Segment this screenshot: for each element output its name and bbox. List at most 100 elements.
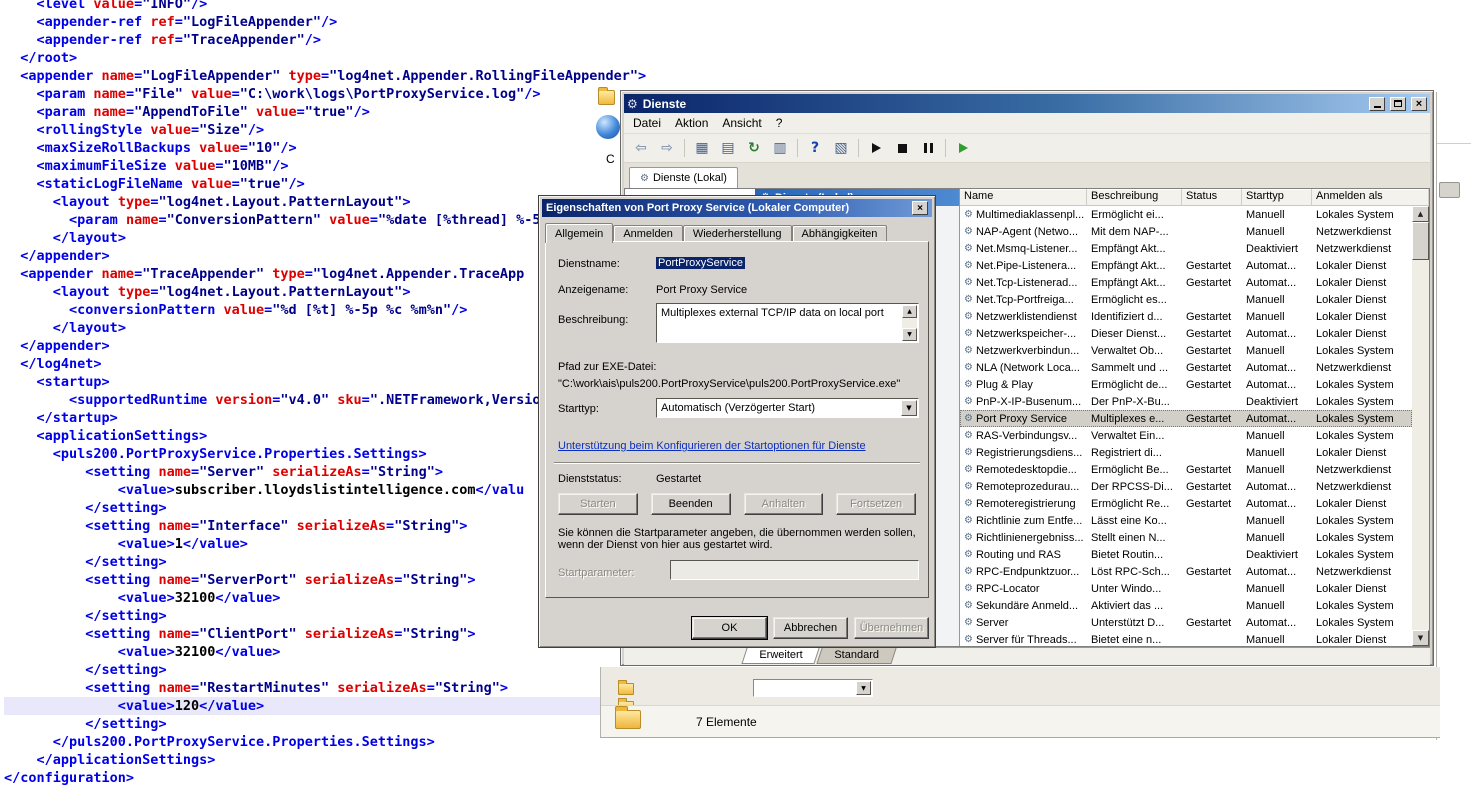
column-header-status[interactable]: Status (1182, 189, 1242, 206)
minimize-button[interactable] (1369, 97, 1385, 111)
scroll-up-icon[interactable]: ▲ (902, 305, 917, 318)
service-row[interactable]: ⚙Sekundäre Anmeld...Aktiviert das ...Man… (960, 597, 1412, 614)
forward-icon[interactable]: ⇨ (655, 137, 679, 159)
startup-type-select[interactable]: Automatisch (Verzögerter Start) ▼ (656, 398, 919, 418)
service-startup-type: Manuell (1242, 311, 1312, 323)
stop-button[interactable]: Beenden (651, 493, 731, 515)
service-row[interactable]: ⚙PnP-X-IP-Busenum...Der PnP-X-Bu...Deakt… (960, 393, 1412, 410)
service-logon-as: Lokales System (1312, 430, 1412, 442)
scrollbar-thumb[interactable] (1439, 182, 1460, 198)
service-row[interactable]: ⚙RPC-Endpunktzuor...Löst RPC-Sch...Gesta… (960, 563, 1412, 580)
service-row[interactable]: ⚙Server für Threads...Bietet eine n...Ma… (960, 631, 1412, 646)
export-list-icon[interactable]: ▥ (768, 137, 792, 159)
service-row[interactable]: ⚙Richtlinie zum Entfe...Lässt eine Ko...… (960, 512, 1412, 529)
column-header-name[interactable]: Name (960, 189, 1087, 206)
show-console-tree-icon[interactable]: ▦ (690, 137, 714, 159)
service-row[interactable]: ⚙Port Proxy ServiceMultiplexes e...Gesta… (960, 410, 1412, 427)
dialog-buttons: OK Abbrechen Übernehmen (545, 617, 929, 639)
stop-service-icon[interactable] (890, 137, 914, 159)
service-status: Gestartet (1182, 566, 1242, 578)
startup-options-help-link[interactable]: Unterstützung beim Konfigurieren der Sta… (558, 440, 866, 452)
maximize-icon (1394, 100, 1402, 107)
service-row[interactable]: ⚙Net.Pipe-Listenera...Empfängt Akt...Ges… (960, 257, 1412, 274)
service-row[interactable]: ⚙NetzwerklistendienstIdentifiziert d...G… (960, 308, 1412, 325)
service-row[interactable]: ⚙Remoteprozedurau...Der RPCSS-Di...Gesta… (960, 478, 1412, 495)
tab-allgemein[interactable]: Allgemein (545, 223, 613, 243)
service-row[interactable]: ⚙Multimediaklassenpl...Ermöglicht ei...M… (960, 206, 1412, 223)
dialog-titlebar[interactable]: Eigenschaften von Port Proxy Service (Lo… (542, 199, 932, 217)
scroll-up-icon[interactable]: ▲ (1412, 206, 1429, 222)
console-tab-dienste-lokal[interactable]: ⚙ Dienste (Lokal) (629, 167, 738, 188)
service-row[interactable]: ⚙Net.Msmq-Listener...Empfängt Akt...Deak… (960, 240, 1412, 257)
refresh-icon[interactable]: ↻ (742, 137, 766, 159)
service-row[interactable]: ⚙Netzwerkspeicher-...Dieser Dienst...Ges… (960, 325, 1412, 342)
column-header-anmelden-als[interactable]: Anmelden als (1312, 189, 1429, 206)
menu-item-aktion[interactable]: Aktion (668, 114, 715, 132)
scroll-down-icon[interactable]: ▼ (902, 328, 917, 341)
toolbar-separator (945, 139, 946, 157)
description-box[interactable]: Multiplexes external TCP/IP data on loca… (656, 303, 919, 343)
view-tabs: ErweitertStandard (624, 647, 1430, 665)
start-service-icon[interactable] (864, 137, 888, 159)
display-name-value[interactable]: Port Proxy Service (656, 284, 747, 296)
column-header-beschreibung[interactable]: Beschreibung (1087, 189, 1182, 206)
view-tab-erweitert[interactable]: Erweitert (741, 648, 820, 664)
services-window-titlebar[interactable]: ⚙ Dienste × (624, 94, 1430, 113)
chevron-down-icon[interactable]: ▼ (856, 681, 871, 695)
menu-item-ansicht[interactable]: Ansicht (715, 114, 768, 132)
service-logon-as: Netzwerkdienst (1312, 226, 1412, 238)
service-row[interactable]: ⚙Netzwerkverbindun...Verwaltet Ob...Gest… (960, 342, 1412, 359)
service-row[interactable]: ⚙NLA (Network Loca...Sammelt und ...Gest… (960, 359, 1412, 376)
description-scrollbar[interactable]: ▲ ▼ (902, 305, 917, 341)
service-row[interactable]: ⚙Richtlinienergebniss...Stellt einen N..… (960, 529, 1412, 546)
service-row[interactable]: ⚙RPC-LocatorUnter Windo...ManuellLokaler… (960, 580, 1412, 597)
tab-abhngigkeiten[interactable]: Abhängigkeiten (792, 225, 888, 242)
menu-item-datei[interactable]: Datei (626, 114, 668, 132)
column-header-starttyp[interactable]: Starttyp (1242, 189, 1312, 206)
service-name-value[interactable]: PortProxyService (656, 257, 745, 269)
tab-wiederherstellung[interactable]: Wiederherstellung (683, 225, 792, 242)
start-parameters-input[interactable] (670, 560, 919, 580)
service-name: Netzwerkspeicher-... (976, 328, 1076, 340)
service-row[interactable]: ⚙Remotedesktopdie...Ermöglicht Be...Gest… (960, 461, 1412, 478)
resume-button[interactable]: Fortsetzen (836, 493, 916, 515)
start-button[interactable]: Starten (558, 493, 638, 515)
pause-button[interactable]: Anhalten (744, 493, 824, 515)
service-row[interactable]: ⚙Plug & PlayErmöglicht de...GestartetAut… (960, 376, 1412, 393)
service-row[interactable]: ⚙RemoteregistrierungErmöglicht Re...Gest… (960, 495, 1412, 512)
chevron-down-icon[interactable]: ▼ (901, 400, 917, 416)
service-row[interactable]: ⚙Registrierungsdiens...Registriert di...… (960, 444, 1412, 461)
service-row[interactable]: ⚙Routing und RASBietet Routin...Deaktivi… (960, 546, 1412, 563)
pause-service-icon[interactable] (916, 137, 940, 159)
properties-icon[interactable]: ▤ (716, 137, 740, 159)
service-logon-as: Lokales System (1312, 209, 1412, 221)
help-icon[interactable]: ? (803, 137, 827, 159)
apply-button[interactable]: Übernehmen (854, 617, 929, 639)
restart-service-icon[interactable] (951, 137, 975, 159)
cancel-button[interactable]: Abbrechen (773, 617, 848, 639)
code-line: <value>120</value> (4, 697, 602, 715)
scrollbar-thumb[interactable] (1412, 222, 1429, 260)
service-row[interactable]: ⚙Net.Tcp-Listenerad...Empfängt Akt...Ges… (960, 274, 1412, 291)
description-label: Beschreibung: (558, 314, 628, 326)
service-row[interactable]: ⚙Net.Tcp-Portfreiga...Ermöglicht es...Ma… (960, 291, 1412, 308)
service-row[interactable]: ⚙RAS-Verbindungsv...Verwaltet Ein...Manu… (960, 427, 1412, 444)
menu-item-hilfe[interactable]: ? (769, 114, 790, 132)
close-button[interactable]: × (1411, 97, 1427, 111)
folder-view-dropdown[interactable]: ▼ (753, 679, 873, 697)
maximize-button[interactable] (1390, 97, 1406, 111)
code-line: </setting> (4, 661, 646, 679)
view-tab-standard[interactable]: Standard (817, 648, 897, 664)
service-name: RAS-Verbindungsv... (976, 430, 1077, 442)
service-startup-type: Automat... (1242, 413, 1312, 425)
service-description: Multiplexes e... (1087, 413, 1182, 425)
services-scrollbar[interactable]: ▲ ▼ (1412, 206, 1429, 646)
service-row[interactable]: ⚙ServerUnterstützt D...GestartetAutomat.… (960, 614, 1412, 631)
tab-anmelden[interactable]: Anmelden (613, 225, 683, 242)
back-icon[interactable]: ⇦ (629, 137, 653, 159)
extended-view-icon[interactable]: ▧ (829, 137, 853, 159)
ok-button[interactable]: OK (692, 617, 767, 639)
scroll-down-icon[interactable]: ▼ (1412, 630, 1429, 646)
close-button[interactable]: × (912, 201, 928, 215)
service-row[interactable]: ⚙NAP-Agent (Netwo...Mit dem NAP-...Manue… (960, 223, 1412, 240)
